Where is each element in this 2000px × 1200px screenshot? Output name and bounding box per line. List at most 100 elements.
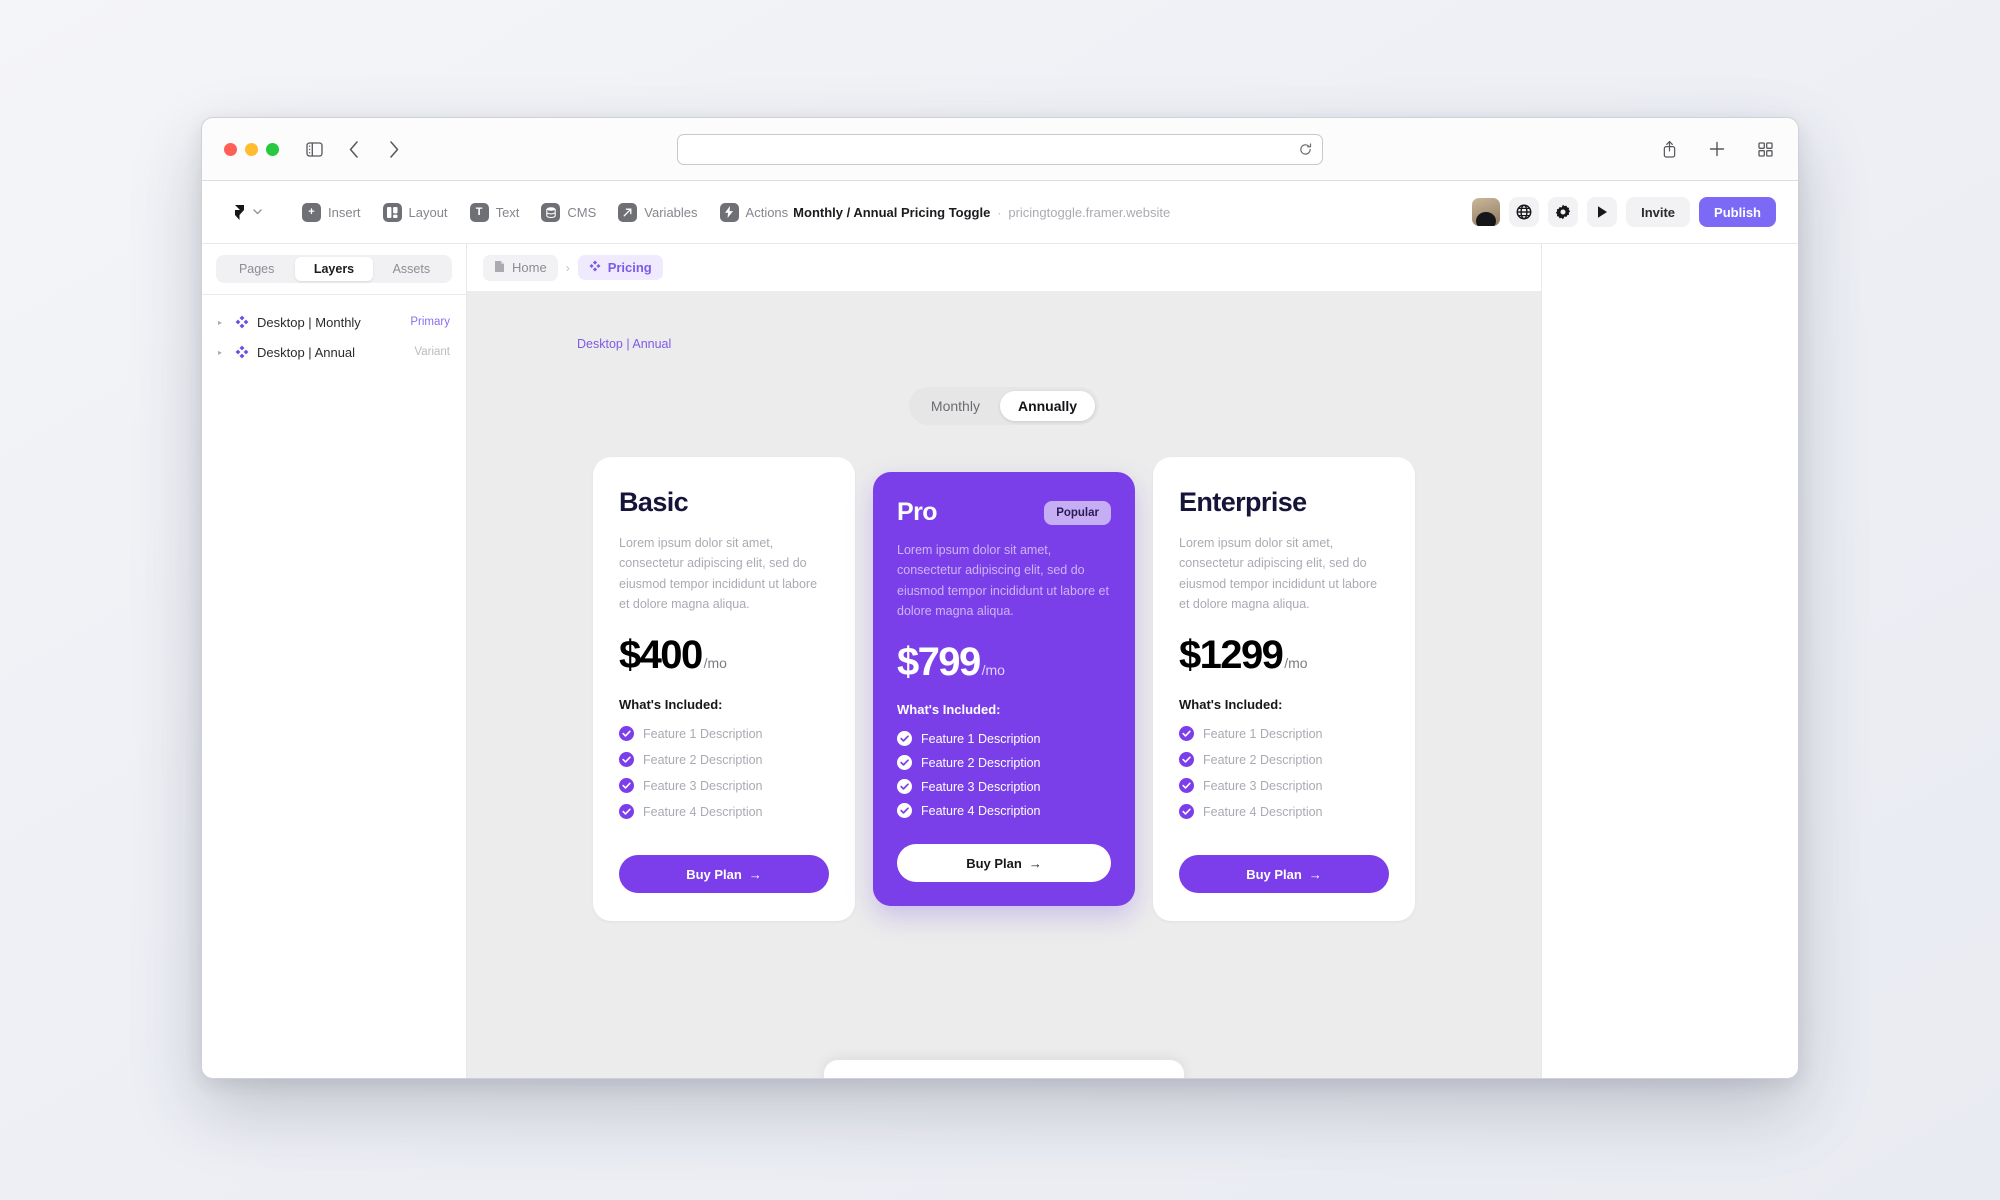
feature-item: Feature 3 Description — [619, 778, 829, 793]
canvas[interactable]: Desktop | Annual Monthly Annually Basic … — [467, 292, 1541, 1078]
component-icon — [589, 260, 601, 275]
tab-layers[interactable]: Layers — [295, 257, 373, 281]
arrow-right-icon: → — [1028, 855, 1042, 871]
buy-plan-label: Buy Plan — [1246, 866, 1302, 882]
tool-layout[interactable]: Layout — [374, 198, 457, 227]
user-avatar[interactable] — [1472, 198, 1501, 226]
feature-label: Feature 1 Description — [921, 731, 1041, 746]
actions-icon — [719, 202, 739, 222]
feature-label: Feature 4 Description — [643, 804, 763, 819]
tool-actions-label: Actions — [745, 204, 789, 220]
arrow-right-icon: → — [748, 866, 762, 882]
frame-label[interactable]: Desktop | Annual — [577, 337, 671, 351]
toolbar-right: Invite Publish — [1472, 197, 1776, 227]
buy-plan-button[interactable]: Buy Plan → — [1179, 855, 1389, 893]
pricing-card-enterprise: Enterprise Lorem ipsum dolor sit amet, c… — [1153, 457, 1415, 921]
page-icon — [494, 260, 505, 276]
browser-nav — [303, 138, 405, 160]
globe-icon[interactable] — [1509, 197, 1540, 227]
feature-item: Feature 2 Description — [619, 752, 829, 767]
plus-icon[interactable] — [1706, 138, 1728, 160]
check-icon — [619, 804, 634, 819]
tool-text-label: Text — [495, 204, 520, 220]
card-period: /mo — [703, 655, 727, 671]
reload-icon[interactable] — [1299, 142, 1312, 156]
layer-row[interactable]: ▸ Desktop | Monthly Primary — [202, 307, 466, 337]
url-input[interactable] — [690, 141, 1310, 157]
tool-variables-label: Variables — [644, 204, 698, 220]
feature-label: Feature 4 Description — [1203, 804, 1323, 819]
chevron-right-icon[interactable]: ▸ — [218, 318, 227, 327]
breadcrumb-pricing[interactable]: Pricing — [577, 255, 663, 280]
address-bar[interactable] — [677, 133, 1323, 165]
feature-label: Feature 2 Description — [1203, 752, 1323, 767]
check-icon — [897, 779, 912, 794]
play-icon[interactable] — [1587, 197, 1618, 227]
browser-chrome-right — [1658, 138, 1776, 160]
feature-list: Feature 1 Description Feature 2 Descript… — [897, 731, 1111, 818]
chevron-right-icon[interactable]: ▸ — [218, 348, 227, 357]
document-title[interactable]: Monthly / Annual Pricing Toggle · pricin… — [793, 205, 1170, 220]
buy-plan-button[interactable]: Buy Plan → — [897, 844, 1111, 882]
feature-item: Feature 2 Description — [1179, 752, 1389, 767]
sidebar-icon[interactable] — [303, 138, 325, 160]
tool-insert[interactable]: + Insert — [293, 198, 370, 227]
document-separator: · — [997, 205, 1002, 220]
gear-icon[interactable] — [1548, 197, 1579, 227]
check-icon — [1179, 804, 1194, 819]
grid-icon[interactable] — [1754, 138, 1776, 160]
card-title: Basic — [619, 487, 689, 517]
framer-logo-icon — [231, 204, 248, 221]
toggle-option-annually[interactable]: Annually — [999, 391, 1096, 421]
feature-item: Feature 3 Description — [897, 779, 1111, 794]
feature-item: Feature 1 Description — [897, 731, 1111, 746]
tab-pages[interactable]: Pages — [218, 257, 295, 281]
share-icon[interactable] — [1658, 138, 1680, 160]
feature-list: Feature 1 Description Feature 2 Descript… — [1179, 726, 1389, 819]
card-price: $400 — [619, 633, 703, 677]
framer-menu-button[interactable] — [224, 199, 269, 226]
minimize-window-button[interactable] — [245, 142, 258, 156]
component-icon — [235, 315, 249, 329]
breadcrumb-home[interactable]: Home — [483, 254, 558, 281]
chevron-right-icon[interactable] — [383, 138, 405, 160]
breadcrumb-current-label: Pricing — [607, 260, 652, 275]
tool-text[interactable]: T Text — [461, 198, 529, 227]
tool-actions[interactable]: Actions — [711, 198, 798, 227]
sidebar-tabs: Pages Layers Assets — [216, 255, 452, 283]
card-title: Pro — [897, 498, 937, 526]
traffic-lights — [224, 142, 279, 156]
toggle-option-monthly[interactable]: Monthly — [913, 391, 998, 421]
card-price: $1299 — [1179, 633, 1284, 677]
check-icon — [897, 755, 912, 770]
browser-window: + Insert Layout T Text CMS Variables Act… — [201, 117, 1799, 1079]
invite-button[interactable]: Invite — [1626, 197, 1691, 227]
breadcrumb-separator: › — [565, 260, 570, 275]
tool-variables[interactable]: Variables — [609, 198, 706, 227]
card-period: /mo — [981, 662, 1005, 678]
check-icon — [619, 752, 634, 767]
chevron-left-icon[interactable] — [343, 138, 365, 160]
artboard: Monthly Annually Basic Lorem ipsum dolor… — [467, 364, 1541, 1078]
whats-included-label: What's Included: — [897, 702, 1001, 717]
popular-badge: Popular — [1044, 500, 1111, 525]
tab-assets[interactable]: Assets — [373, 257, 450, 281]
breadcrumb-home-label: Home — [512, 260, 547, 275]
tool-layout-label: Layout — [408, 204, 448, 220]
buy-plan-button[interactable]: Buy Plan → — [619, 855, 829, 893]
card-description: Lorem ipsum dolor sit amet, consectetur … — [897, 543, 1109, 618]
check-icon — [897, 803, 912, 818]
maximize-window-button[interactable] — [266, 142, 279, 156]
card-description: Lorem ipsum dolor sit amet, consectetur … — [1179, 536, 1378, 611]
card-price: $799 — [897, 640, 981, 684]
feature-label: Feature 1 Description — [1203, 726, 1323, 741]
publish-button[interactable]: Publish — [1699, 197, 1776, 227]
card-header: Pro Popular — [897, 498, 1111, 527]
tool-cms[interactable]: CMS — [532, 198, 605, 227]
close-window-button[interactable] — [224, 142, 237, 156]
whats-included-label: What's Included: — [1179, 697, 1283, 712]
layer-row[interactable]: ▸ Desktop | Annual Variant — [202, 337, 466, 367]
card-header: Basic — [619, 487, 829, 518]
feature-item: Feature 4 Description — [619, 804, 829, 819]
pricing-cards: Basic Lorem ipsum dolor sit amet, consec… — [593, 457, 1415, 921]
